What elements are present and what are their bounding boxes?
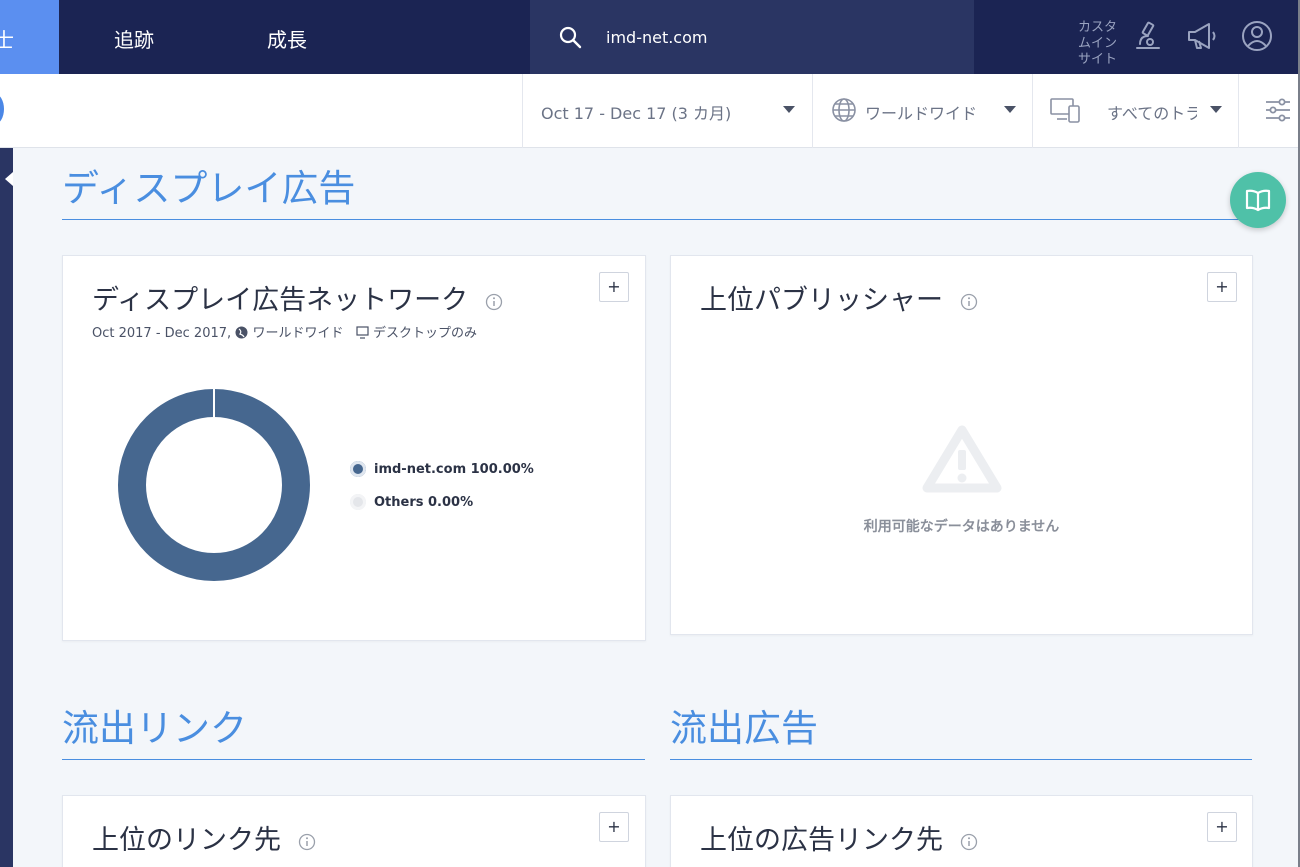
legend-item-others[interactable]: Others 0.00% [350,494,474,510]
info-icon[interactable] [485,293,503,311]
expand-sidebar-icon[interactable] [5,172,13,186]
nav-tab-active-label: 士 [0,28,14,52]
search-icon[interactable] [558,25,582,49]
card-subtitle: Oct 2017 - Dec 2017, ワールドワイド デスクトップのみ [92,322,477,341]
section-title-display-ads: ディスプレイ広告 [62,167,356,210]
legend-dot [350,461,366,477]
legend-label: imd-net.com 100.00% [374,462,534,477]
user-icon[interactable] [1240,19,1274,53]
nav-tab-active[interactable]: 士 [0,0,59,74]
info-icon[interactable] [298,833,316,851]
section-divider [62,759,645,760]
subtitle-region: ワールドワイド [252,326,344,341]
card-title-row: 上位パブリッシャー [700,278,978,317]
left-sidebar-collapsed [0,148,13,867]
legend-label: Others 0.00% [374,495,474,510]
chevron-down-icon [1210,106,1222,113]
book-icon [1245,189,1271,212]
card-title-row: 上位のリンク先 [92,818,316,857]
add-to-dashboard-button[interactable]: + [599,272,629,302]
chevron-down-icon [1004,106,1016,113]
info-icon[interactable] [960,293,978,311]
microscope-icon[interactable] [1132,20,1164,52]
custom-insight-link[interactable]: カスタムインサイト [1078,20,1126,68]
section-divider [670,759,1252,760]
date-range-value: Oct 17 - Dec 17 (3 カ月) [541,104,732,123]
globe-icon [832,98,856,122]
donut-slice-imd-net-com[interactable] [118,389,310,581]
globe-icon [235,326,248,339]
settings-icon[interactable] [1264,96,1292,124]
megaphone-icon[interactable] [1185,20,1219,52]
date-range-dropdown[interactable]: Oct 17 - Dec 17 (3 カ月) [522,74,812,148]
legend-dot [350,494,366,510]
card-title: 上位パブリッシャー [700,285,943,316]
info-icon[interactable] [960,833,978,851]
card-top-publishers: 上位パブリッシャー + 利用可能なデータはありません [670,255,1253,635]
top-navigation: 士 追跡 成長 カスタムインサイト [0,0,1300,74]
donut-chart [118,389,310,581]
card-title: ディスプレイ広告ネットワーク [92,285,469,316]
section-title-outgoing-links: 流出リンク [62,707,247,750]
subtitle-device: デスクトップのみ [373,326,478,341]
add-to-dashboard-button[interactable]: + [1207,272,1237,302]
region-value: ワールドワイド [865,104,978,123]
no-data-message: 利用可能なデータはありません [863,519,1060,535]
card-title: 上位の広告リンク先 [700,825,943,856]
section-divider [62,219,1252,220]
nav-tab-tracking[interactable]: 追跡 [114,24,154,53]
chevron-down-icon [783,106,795,113]
card-top-ad-destinations: 上位の広告リンク先 + [670,795,1253,867]
card-title: 上位のリンク先 [92,825,281,856]
subtitle-date: Oct 2017 - Dec 2017, [92,326,232,341]
device-icon [1050,98,1080,123]
add-to-dashboard-button[interactable]: + [1207,812,1237,842]
traffic-dropdown[interactable]: すべてのトラ [1032,74,1238,148]
traffic-value: すべてのトラ [1107,104,1197,123]
search-input[interactable] [606,22,946,52]
search-bar[interactable] [530,0,974,74]
filter-bar: Oct 17 - Dec 17 (3 カ月) ワールドワイド すべてのトラ [0,74,1300,148]
add-to-dashboard-button[interactable]: + [599,812,629,842]
nav-tab-growth[interactable]: 成長 [267,24,307,53]
help-book-button[interactable] [1230,172,1286,228]
desktop-icon [356,326,369,339]
card-ad-network: ディスプレイ広告ネットワーク + Oct 2017 - Dec 2017, ワー… [62,255,646,641]
card-title-row: 上位の広告リンク先 [700,818,978,857]
legend-item-primary[interactable]: imd-net.com 100.00% [350,461,534,477]
warning-icon [922,425,1002,493]
section-title-outgoing-ads: 流出広告 [670,707,818,750]
region-dropdown[interactable]: ワールドワイド [812,74,1032,148]
card-title-row: ディスプレイ広告ネットワーク [92,278,503,317]
card-top-link-destinations: 上位のリンク先 + [62,795,646,867]
